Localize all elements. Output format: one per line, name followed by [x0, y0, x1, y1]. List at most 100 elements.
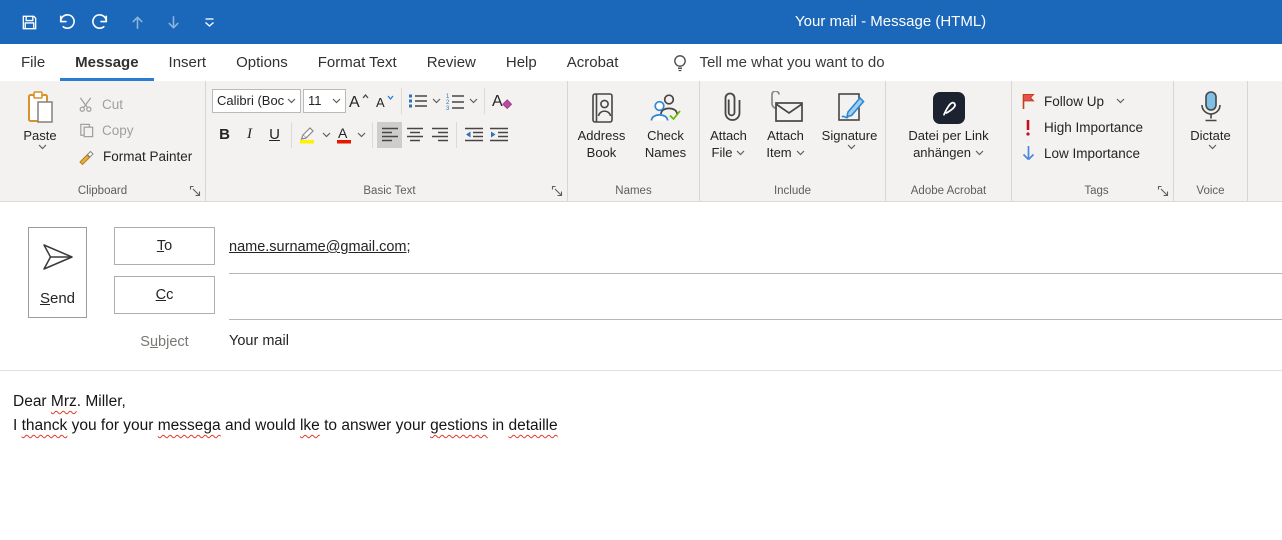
tab-message[interactable]: Message [60, 44, 153, 81]
message-body[interactable]: Dear Mrz. Miller,I thanck you for your m… [0, 371, 1282, 457]
misspelled-word: gestions [430, 417, 488, 434]
follow-up-button[interactable]: Follow Up [1020, 88, 1173, 114]
subject-value: Your mail [229, 333, 289, 349]
body-text: Dear [13, 393, 51, 410]
high-importance-button[interactable]: High Importance [1020, 114, 1173, 140]
attach-via-link-label-2: anhängen [913, 144, 984, 161]
redo-button[interactable] [86, 7, 116, 37]
svg-text:A: A [349, 94, 360, 110]
qat-customize-button[interactable] [194, 7, 224, 37]
send-icon [40, 242, 76, 272]
bold-button[interactable]: B [212, 122, 237, 148]
grow-font-button[interactable]: A [346, 88, 372, 114]
tell-me-label: Tell me what you want to do [699, 54, 884, 71]
save-button[interactable] [14, 7, 44, 37]
paste-button[interactable]: Paste [12, 85, 68, 183]
italic-button[interactable]: I [237, 122, 262, 148]
high-importance-icon [1025, 119, 1031, 136]
underline-button[interactable]: U [262, 122, 287, 148]
to-button[interactable]: To [114, 227, 215, 265]
cut-label: Cut [102, 97, 123, 112]
font-color-button[interactable]: A [333, 122, 368, 148]
attach-item-button[interactable]: Attach Item [758, 85, 814, 183]
scissors-icon [78, 96, 95, 113]
basic-text-dialog-launcher[interactable] [551, 185, 563, 197]
attach-file-button[interactable]: Attach File [702, 85, 756, 183]
low-importance-button[interactable]: Low Importance [1020, 140, 1173, 166]
svg-text:A: A [492, 93, 503, 110]
qat-down-button[interactable] [158, 7, 188, 37]
ribbon-group-tags: Follow Up High Importance Low Importance… [1012, 81, 1174, 201]
align-left-icon [381, 127, 399, 142]
tab-options[interactable]: Options [221, 44, 303, 81]
decrease-indent-button[interactable] [461, 122, 486, 148]
align-center-button[interactable] [402, 122, 427, 148]
font-name-combobox[interactable]: Calibri (Boc [212, 89, 301, 113]
numbering-button[interactable]: 123 [443, 88, 480, 114]
dictate-label: Dictate [1190, 127, 1230, 144]
tags-group-label: Tags [1020, 183, 1173, 201]
tab-review[interactable]: Review [412, 44, 491, 81]
follow-up-chevron-icon [1116, 98, 1125, 104]
body-line: I thanck you for your messega and would … [13, 414, 1269, 438]
align-left-button[interactable] [377, 122, 402, 148]
tell-me-box[interactable]: Tell me what you want to do [671, 44, 884, 81]
save-icon [20, 13, 39, 32]
shrink-font-button[interactable]: A [372, 88, 397, 114]
paste-label: Paste [23, 127, 56, 144]
font-size-combobox[interactable]: 11 [303, 89, 346, 113]
cut-button[interactable]: Cut [78, 91, 192, 117]
misspelled-word: lke [300, 417, 320, 434]
misspelled-word: Mrz [51, 393, 77, 410]
font-size-value: 11 [308, 93, 332, 108]
quick-access-toolbar [14, 7, 224, 37]
highlight-chevron-icon [322, 132, 331, 138]
address-book-label-1: Address [578, 127, 626, 144]
copy-button[interactable]: Copy [78, 117, 192, 143]
subject-field[interactable]: Your mail [229, 333, 1282, 349]
ribbon-group-names: Address Book Check Names Names [568, 81, 700, 201]
cc-field[interactable] [229, 275, 1282, 320]
font-name-chevron-icon [287, 98, 296, 104]
signature-chevron-icon [847, 144, 856, 150]
tags-dialog-launcher[interactable] [1157, 185, 1169, 197]
low-importance-icon [1021, 145, 1036, 162]
attach-via-link-chevron-icon [975, 150, 984, 156]
address-book-button[interactable]: Address Book [571, 85, 633, 183]
decrease-indent-icon [464, 127, 484, 142]
numbering-icon: 123 [445, 92, 465, 110]
attach-via-link-button[interactable]: Datei per Link anhängen [889, 85, 1009, 183]
body-text: to answer your [320, 417, 430, 434]
attach-item-label-1: Attach [767, 127, 804, 144]
signature-button[interactable]: Signature [816, 85, 884, 183]
to-field[interactable]: name.surname@gmail.com; [229, 227, 1282, 274]
bullets-button[interactable] [406, 88, 443, 114]
tab-acrobat[interactable]: Acrobat [552, 44, 634, 81]
clear-formatting-button[interactable]: A [489, 88, 515, 114]
increase-indent-button[interactable] [486, 122, 511, 148]
clipboard-dialog-launcher[interactable] [189, 185, 201, 197]
dictate-button[interactable]: Dictate [1179, 85, 1243, 183]
tab-help[interactable]: Help [491, 44, 552, 81]
tab-insert[interactable]: Insert [154, 44, 222, 81]
check-names-button[interactable]: Check Names [635, 85, 697, 183]
follow-up-label: Follow Up [1044, 94, 1104, 109]
text-highlight-button[interactable] [296, 122, 333, 148]
format-painter-button[interactable]: Format Painter [78, 143, 192, 169]
attach-via-link-label-1: Datei per Link [908, 127, 988, 144]
increase-indent-icon [489, 127, 509, 142]
align-center-icon [406, 127, 424, 142]
attach-file-label-1: Attach [710, 127, 747, 144]
align-right-button[interactable] [427, 122, 452, 148]
to-recipient: name.surname@gmail.com; [229, 239, 411, 255]
follow-up-flag-icon [1021, 93, 1036, 110]
tab-format-text[interactable]: Format Text [303, 44, 412, 81]
grow-font-icon: A [348, 92, 370, 110]
undo-icon [55, 12, 76, 33]
microphone-icon [1196, 90, 1226, 126]
send-button[interactable]: Send [28, 227, 87, 318]
cc-button[interactable]: Cc [114, 276, 215, 314]
undo-button[interactable] [50, 7, 80, 37]
qat-up-button[interactable] [122, 7, 152, 37]
tab-file[interactable]: File [6, 44, 60, 81]
